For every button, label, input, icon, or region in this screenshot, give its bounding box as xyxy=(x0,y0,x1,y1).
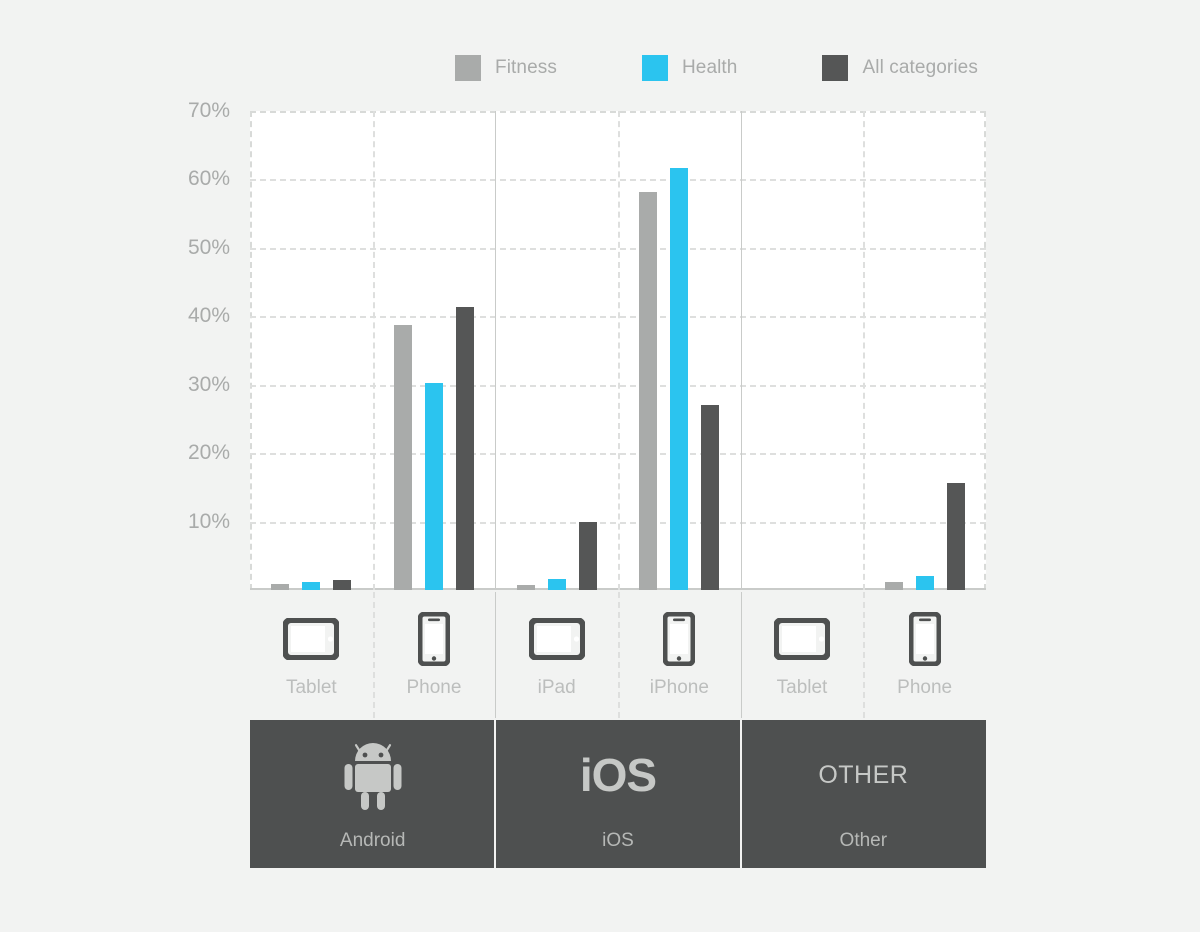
android-robot-icon xyxy=(341,736,405,814)
device-column-ipad-2[interactable]: iPad xyxy=(495,592,618,718)
legend-item[interactable]: Fitness xyxy=(455,55,557,81)
device-separator xyxy=(618,111,620,590)
device-separator xyxy=(372,111,375,590)
phone-icon xyxy=(663,612,696,666)
tablet-icon xyxy=(528,613,585,665)
platform-cell-android[interactable]: Android xyxy=(250,720,496,868)
y-axis-tick-label: 30% xyxy=(187,372,230,396)
legend-swatch-health xyxy=(641,55,668,81)
plot-right-border xyxy=(984,111,986,590)
y-axis-tick-label: 10% xyxy=(187,509,230,533)
tablet-icon xyxy=(283,613,340,665)
y-axis-tick-label: 60% xyxy=(187,167,230,191)
platform-separator xyxy=(495,592,497,718)
device-column-tablet-0[interactable]: Tablet xyxy=(250,592,373,718)
y-axis-tick-label: 70% xyxy=(187,99,230,122)
y-axis-tick-label: 20% xyxy=(187,441,230,465)
y-axis-tick-label: 50% xyxy=(187,235,230,259)
device-column-iphone-3[interactable]: iPhone xyxy=(618,592,741,718)
device-label: iPad xyxy=(537,677,576,698)
device-separator xyxy=(863,592,866,718)
device-column-phone-5[interactable]: Phone xyxy=(863,592,986,718)
device-column-phone-1[interactable]: Phone xyxy=(373,592,496,718)
platform-separator xyxy=(495,111,497,590)
plot-left-border xyxy=(250,111,252,590)
legend-label: Health xyxy=(681,57,738,78)
device-separator xyxy=(372,592,375,718)
device-label: Phone xyxy=(406,677,462,698)
legend-label: All categories xyxy=(862,57,978,78)
phone-icon xyxy=(417,612,450,666)
bar-chart-figure: Fitness Health All categories 70% 60% 50% 40%… xyxy=(0,0,1200,932)
platform-cell-ios[interactable]: iOS iOS xyxy=(495,720,741,868)
platform-separator xyxy=(740,592,742,718)
device-label: iPhone xyxy=(649,677,709,698)
device-separator xyxy=(863,111,866,590)
device-column-tablet-4[interactable]: Tablet xyxy=(741,592,864,718)
device-label: Tablet xyxy=(285,677,337,698)
chart-legend: Fitness Health All categories xyxy=(455,55,978,81)
legend-swatch-fitness xyxy=(455,55,481,81)
platform-label: Other xyxy=(839,830,888,851)
platform-axis-band: Android iOS iOS OTHER Other xyxy=(250,720,986,868)
platform-wordmark: iOS xyxy=(579,749,657,801)
platform-mark: OTHER xyxy=(818,736,908,814)
device-label: Phone xyxy=(897,677,953,698)
legend-label: Fitness xyxy=(495,57,557,78)
y-axis-tick-label: 40% xyxy=(187,304,230,328)
platform-mark: iOS xyxy=(579,736,657,814)
platform-label: Android xyxy=(339,830,406,851)
phone-icon xyxy=(908,612,941,666)
tablet-icon xyxy=(773,613,830,665)
device-label: Tablet xyxy=(776,677,828,698)
device-separator xyxy=(618,592,620,718)
platform-separator xyxy=(740,111,742,590)
legend-swatch-all-categories xyxy=(822,55,849,81)
platform-divider xyxy=(494,720,497,868)
platform-wordmark: OTHER xyxy=(818,760,909,789)
legend-item[interactable]: Health xyxy=(641,55,738,81)
platform-cell-other[interactable]: OTHER Other xyxy=(740,720,986,868)
plot-area xyxy=(250,111,986,590)
device-axis-band: Tablet Phone iPad iPhone Tablet Phone xyxy=(250,592,986,718)
platform-divider xyxy=(739,720,742,868)
platform-label: iOS xyxy=(602,830,634,851)
y-axis: 70% 60% 50% 40% 30% 20% 10% xyxy=(0,0,250,932)
legend-item[interactable]: All categories xyxy=(822,55,978,81)
